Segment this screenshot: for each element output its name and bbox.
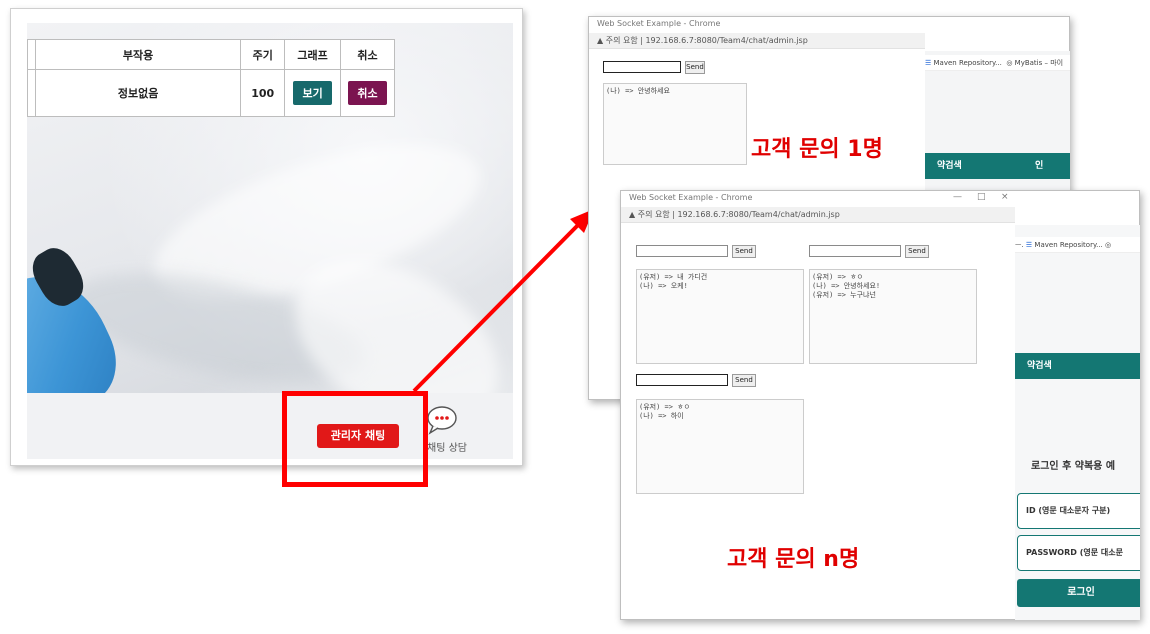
chat-message: (나) => 안녕하세요 [606, 87, 670, 95]
nav-drug-search[interactable]: 약검색 [937, 161, 962, 171]
table-row: 정보없음 100 보기 취소 [27, 69, 395, 117]
header-graph: 그래프 [284, 39, 342, 70]
highlight-box [282, 391, 428, 487]
close-icon[interactable]: × [1001, 192, 1009, 202]
maximize-icon[interactable]: □ [977, 192, 986, 202]
chat-log-3: (유저) => ㅎㅇ (나) => 하이 [636, 399, 804, 494]
cell-cycle: 100 [240, 69, 286, 117]
send-button-1[interactable]: Send [732, 245, 756, 258]
view-graph-button[interactable]: 보기 [293, 81, 332, 105]
send-button[interactable]: Send [685, 61, 705, 74]
message-input-1[interactable] [636, 245, 728, 257]
login-prompt: 로그인 후 약복용 예 [1031, 461, 1116, 472]
chat-bubble-icon[interactable] [425, 405, 459, 435]
chat-log: (나) => 안녕하세요 [603, 83, 747, 165]
id-field[interactable]: ID (영문 대소문자 구분) [1017, 493, 1140, 529]
address-bar: ▲ 주의 요함 | 192.168.6.7:8080/Team4/chat/ad… [589, 33, 925, 49]
medication-table: 부작용 주기 그래프 취소 정보없음 100 보기 취소 [27, 39, 395, 117]
teal-nav-bar: 약검색 인 [925, 153, 1070, 179]
background-page: ㅡ. ☰ Maven Repository... ◎ 약검색 로그인 후 약복용… [1015, 225, 1140, 620]
message-input[interactable] [603, 61, 681, 73]
warning-icon: ▲ [629, 210, 636, 219]
caption-many-customers: 고객 문의 n명 [727, 547, 860, 572]
cancel-button[interactable]: 취소 [348, 81, 387, 105]
address-bar: ▲ 주의 요함 | 192.168.6.7:8080/Team4/chat/ad… [621, 207, 1015, 223]
chat-message: (나) => 안녕하세요! [812, 282, 881, 290]
send-button-2[interactable]: Send [905, 245, 929, 258]
bookmark-maven[interactable]: Maven Repository... [934, 59, 1002, 67]
chat-log-1: (유저) => 내 가디건 (나) => 오케! [636, 269, 804, 364]
send-button-3[interactable]: Send [732, 374, 756, 387]
message-input-2[interactable] [809, 245, 901, 257]
chat-message: (나) => 오케! [639, 282, 688, 290]
bottom-bar: 관리자 채팅 채팅 상담 [27, 393, 513, 459]
teal-nav-bar: 약검색 [1015, 353, 1140, 379]
password-field[interactable]: PASSWORD (영문 대소문 [1017, 535, 1140, 571]
red-arrow [412, 209, 594, 393]
header-side-effect: 부작용 [34, 39, 242, 70]
chat-message: (나) => 하이 [639, 412, 684, 420]
chat-consult-label: 채팅 상담 [427, 443, 467, 454]
chat-message: (유저) => ㅎㅇ [812, 273, 864, 281]
bookmark-mybatis[interactable]: MyBatis – 마이 [1015, 59, 1063, 67]
warning-icon: ▲ [597, 36, 604, 45]
chat-log-2: (유저) => ㅎㅇ (나) => 안녕하세요! (유저) => 누구냐넌 [809, 269, 977, 364]
chat-message: (유저) => 누구냐넌 [812, 291, 876, 299]
chat-window-multi: ㅡ. ☰ Maven Repository... ◎ 약검색 로그인 후 약복용… [620, 190, 1140, 620]
chat-message: (유저) => ㅎㅇ [639, 403, 691, 411]
url-text[interactable]: 192.168.6.7:8080/Team4/chat/admin.jsp [645, 36, 807, 45]
caption-one-customer: 고객 문의 1명 [751, 137, 883, 162]
window-title: Web Socket Example - Chrome [589, 17, 925, 33]
bookmark-maven[interactable]: Maven Repository... [1034, 241, 1102, 249]
nav-drug-search[interactable]: 약검색 [1027, 361, 1052, 371]
message-input-3[interactable] [636, 374, 728, 386]
url-text[interactable]: 192.168.6.7:8080/Team4/chat/admin.jsp [677, 210, 839, 219]
table-header-row: 부작용 주기 그래프 취소 [27, 39, 395, 70]
cell-side-effect: 정보없음 [34, 69, 242, 117]
header-cancel: 취소 [340, 39, 395, 70]
login-button[interactable]: 로그인 [1017, 579, 1140, 607]
minimize-icon[interactable]: — [953, 192, 962, 202]
chat-message: (유저) => 내 가디건 [639, 273, 708, 281]
header-cycle: 주기 [240, 39, 286, 70]
